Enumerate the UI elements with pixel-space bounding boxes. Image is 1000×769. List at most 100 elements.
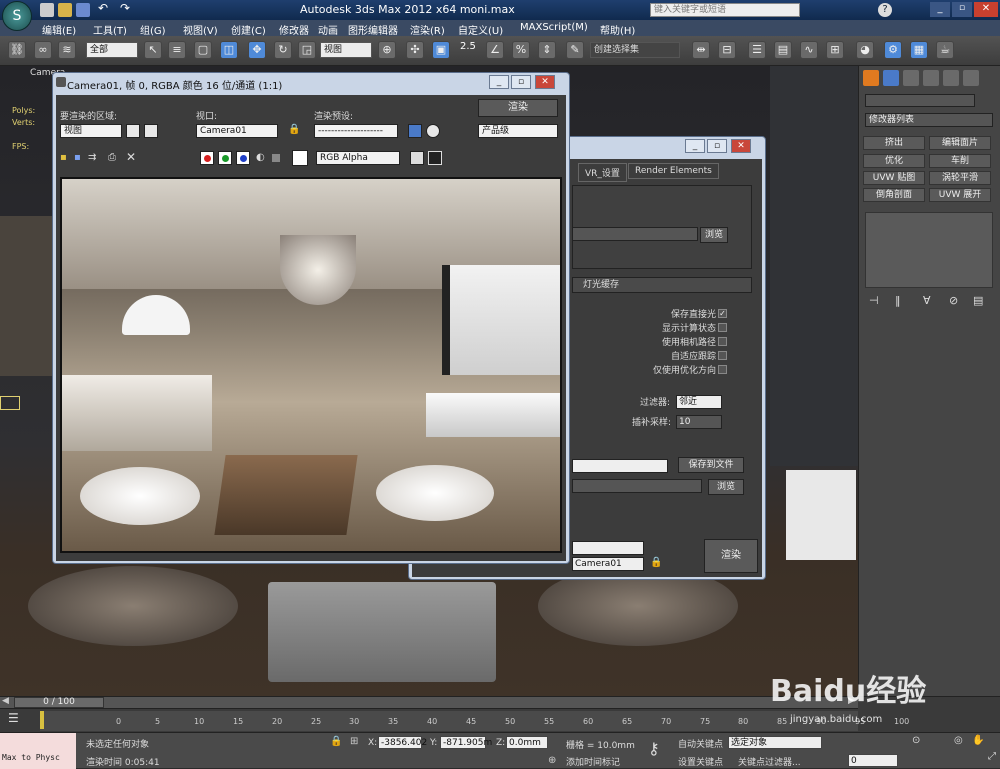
render-setup-icon[interactable]: ⚙ (884, 41, 902, 59)
select-by-name-icon[interactable]: ≡ (168, 41, 186, 59)
setup-path-field[interactable] (572, 227, 698, 241)
set-key-icon[interactable]: ⚷ (648, 739, 660, 758)
manipulate-icon[interactable]: ✣ (406, 41, 424, 59)
save-image-icon[interactable]: ▪ (60, 152, 67, 163)
setup-render-button[interactable]: 渲染 (704, 539, 758, 573)
modifier-uvw-map-button[interactable]: UVW 贴图 (863, 171, 925, 185)
show-end-result-icon[interactable]: ‖ (895, 294, 901, 307)
move-icon[interactable]: ✥ (248, 41, 266, 59)
open-icon[interactable] (58, 3, 72, 17)
area-to-render-dropdown[interactable]: 视图 (60, 124, 122, 138)
modifier-edit-patch-button[interactable]: 编辑面片 (929, 136, 991, 150)
auto-key-button[interactable]: 自动关键点 (678, 737, 723, 750)
make-unique-icon[interactable]: ∀ (923, 294, 931, 307)
material-editor-icon[interactable]: ◕ (856, 41, 874, 59)
hierarchy-tab-icon[interactable] (903, 70, 919, 86)
menu-rendering[interactable]: 渲染(R) (410, 22, 445, 37)
rect-selection-icon[interactable]: ▢ (194, 41, 212, 59)
tab-vr-settings[interactable]: VR_设置 (578, 163, 627, 182)
mirror-icon[interactable]: ⇹ (692, 41, 710, 59)
unlink-icon[interactable]: ∞ (34, 41, 52, 59)
close-button[interactable]: ✕ (974, 2, 998, 17)
preset-dropdown[interactable] (572, 541, 644, 555)
menu-customize[interactable]: 自定义(U) (458, 22, 503, 37)
x-coordinate-field[interactable]: -3856.402 (378, 736, 427, 749)
menu-group[interactable]: 组(G) (140, 22, 166, 37)
zoom-icon[interactable]: ⊙ (912, 735, 920, 746)
reference-coord-dropdown[interactable]: 视图 (320, 42, 372, 58)
bind-spacewarp-icon[interactable]: ≋ (58, 41, 76, 59)
setup-maximize-button[interactable]: ▫ (707, 139, 727, 153)
render-production-icon[interactable]: ☕ (936, 41, 954, 59)
percent-snap-icon[interactable]: % (512, 41, 530, 59)
setup-browse-button[interactable]: 浏览 (700, 227, 728, 243)
undo-icon[interactable]: ↶ (98, 1, 108, 15)
checkbox-save-direct-light[interactable]: ✓ (718, 309, 727, 318)
toggle-ui-icon[interactable] (428, 151, 442, 165)
modifier-list-dropdown[interactable]: 修改器列表 (865, 113, 993, 127)
render-close-button[interactable]: ✕ (535, 75, 555, 89)
tab-render-elements[interactable]: Render Elements (628, 163, 719, 179)
selection-lock-icon[interactable]: 🔒 (330, 736, 342, 747)
select-object-icon[interactable]: ↖ (144, 41, 162, 59)
align-icon[interactable]: ⊟ (718, 41, 736, 59)
add-time-tag-label[interactable]: 添加时间标记 (566, 755, 620, 768)
modifier-extrude-button[interactable]: 挤出 (863, 136, 925, 150)
track-bar-toggle-icon[interactable]: ☰ (8, 711, 19, 725)
setup-close-button[interactable]: ✕ (731, 139, 751, 153)
alpha-channel-icon[interactable]: ◐ (256, 152, 265, 163)
clear-icon[interactable]: ✕ (126, 150, 136, 164)
modifier-unwrap-uvw-button[interactable]: UVW 展开 (929, 188, 991, 202)
motion-tab-icon[interactable] (923, 70, 939, 86)
search-input[interactable]: 键入关键字或短语 (650, 3, 800, 17)
graphite-tools-icon[interactable]: ▤ (774, 41, 792, 59)
menu-views[interactable]: 视图(V) (183, 22, 218, 37)
lock-viewport-icon[interactable]: 🔒 (288, 124, 300, 135)
browse-file-button[interactable]: 浏览 (708, 479, 744, 495)
modifier-optimize-button[interactable]: 优化 (863, 154, 925, 168)
render-preset-dropdown[interactable]: -------------------- (314, 124, 398, 138)
rendered-image[interactable] (60, 177, 562, 553)
menu-create[interactable]: 创建(C) (231, 22, 266, 37)
named-selection-dropdown[interactable]: 创建选择集 (590, 42, 680, 58)
modifier-turbosmooth-button[interactable]: 涡轮平滑 (929, 171, 991, 185)
rendered-frame-window-icon[interactable]: ▦ (910, 41, 928, 59)
environment-icon[interactable] (426, 124, 440, 138)
menu-edit[interactable]: 编辑(E) (42, 22, 76, 37)
app-logo-icon[interactable]: S (2, 1, 32, 31)
angle-snap-icon[interactable]: ∠ (486, 41, 504, 59)
redo-icon[interactable]: ↷ (120, 1, 130, 15)
lock-view-icon[interactable]: 🔒 (650, 557, 662, 568)
key-selection-dropdown[interactable]: 选定对象 (728, 736, 822, 749)
mode-dropdown[interactable] (572, 459, 668, 473)
render-setup-icon[interactable] (408, 124, 422, 138)
channel-display-dropdown[interactable]: RGB Alpha (316, 151, 400, 165)
checkbox-adaptive-tracing[interactable] (718, 351, 727, 360)
modifier-bevel-profile-button[interactable]: 倒角剖面 (863, 188, 925, 202)
snap-toggle-label[interactable]: 2.5 (460, 41, 476, 52)
time-slider-thumb[interactable]: 0 / 100 (14, 697, 104, 708)
remove-modifier-icon[interactable]: ⊘ (949, 294, 958, 307)
curve-editor-icon[interactable]: ∿ (800, 41, 818, 59)
modify-tab-icon[interactable] (883, 70, 899, 86)
maxscript-listener[interactable]: Max to Physc (0, 733, 76, 769)
render-minimize-button[interactable]: _ (489, 75, 509, 89)
edit-named-selection-icon[interactable]: ✎ (566, 41, 584, 59)
toggle-ui-overlay-icon[interactable] (410, 151, 424, 165)
pivot-center-icon[interactable]: ⊕ (378, 41, 396, 59)
menu-help[interactable]: 帮助(H) (600, 22, 635, 37)
pin-stack-icon[interactable]: ⊣ (869, 294, 879, 307)
print-icon[interactable]: ⎙ (108, 152, 116, 163)
color-swatch[interactable] (292, 150, 308, 166)
maximize-viewport-icon[interactable]: ⤢ (988, 751, 996, 762)
link-icon[interactable]: ⛓ (8, 41, 26, 59)
checkbox-use-directions-only[interactable] (718, 365, 727, 374)
clone-window-icon[interactable]: ⇉ (88, 152, 96, 163)
menu-animation[interactable]: 动画 (318, 22, 338, 37)
add-time-tag-icon[interactable]: ⊕ (548, 755, 556, 766)
layer-manager-icon[interactable]: ☰ (748, 41, 766, 59)
time-slider[interactable]: ◀ 0 / 100 ▶ (0, 696, 858, 709)
menu-maxscript[interactable]: MAXScript(M) (520, 22, 588, 33)
abs-mode-icon[interactable]: ⊞ (350, 736, 358, 747)
auto-region-icon[interactable] (144, 124, 158, 138)
